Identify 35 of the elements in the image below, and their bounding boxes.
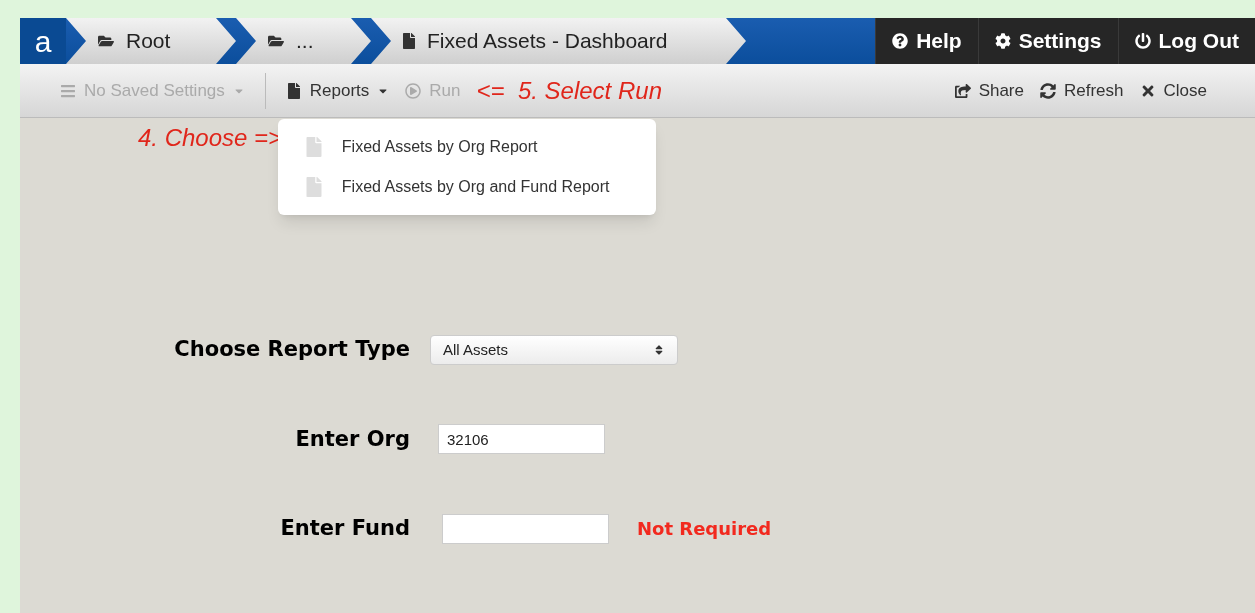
settings-button[interactable]: Settings xyxy=(977,18,1118,64)
text-field[interactable]: 32106 xyxy=(438,424,605,455)
reports-button[interactable]: Reports xyxy=(277,74,398,107)
text-field[interactable] xyxy=(442,513,609,544)
report-type-select[interactable]: All Assets xyxy=(430,334,678,365)
play-icon xyxy=(405,82,422,99)
app-logo[interactable]: a xyxy=(20,18,66,64)
help-button[interactable]: Help xyxy=(875,18,978,64)
close-button[interactable]: Close xyxy=(1131,74,1215,107)
file-icon xyxy=(285,82,302,99)
menu-item[interactable]: Fixed Assets by Org Report xyxy=(277,126,656,167)
power-icon xyxy=(1134,33,1151,49)
field-label: Enter Fund xyxy=(279,515,410,542)
list-icon xyxy=(60,82,76,99)
refresh-button[interactable]: Refresh xyxy=(1032,74,1132,107)
field-label: Enter Org xyxy=(294,425,410,453)
settings-icon xyxy=(994,33,1011,49)
sort-arrows-icon xyxy=(653,343,665,356)
file-icon xyxy=(403,33,415,49)
breadcrumb[interactable]: Root xyxy=(66,18,236,64)
logout-button[interactable]: Log Out xyxy=(1117,18,1255,64)
document-icon xyxy=(305,136,322,157)
run-annotation: <= 5. Select Run xyxy=(476,75,662,106)
field-label: Choose Report Type xyxy=(173,336,410,363)
share-icon xyxy=(954,82,971,99)
share-button[interactable]: Share xyxy=(946,74,1032,107)
breadcrumb[interactable]: Fixed Assets - Dashboard xyxy=(371,18,746,64)
breadcrumb[interactable]: ... xyxy=(236,18,371,64)
refresh-icon xyxy=(1040,82,1056,99)
menu-item[interactable]: Fixed Assets by Org and Fund Report xyxy=(277,166,656,207)
not-required-note: Not Required xyxy=(637,517,772,542)
folder-icon xyxy=(98,33,114,49)
help-icon xyxy=(892,33,909,49)
document-icon xyxy=(305,176,322,197)
folder-icon xyxy=(268,33,284,49)
